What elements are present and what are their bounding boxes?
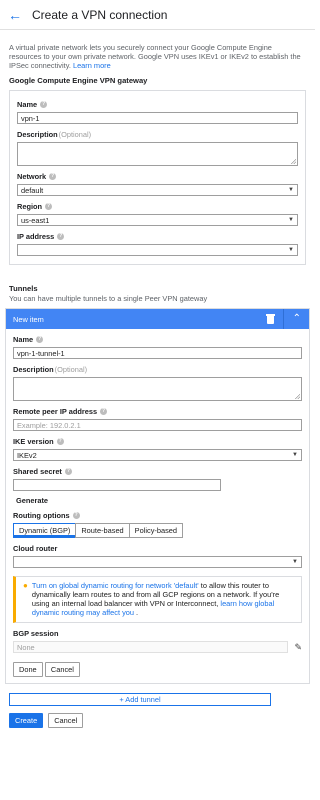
- header-divider: [282, 309, 284, 329]
- tunnels-title: Tunnels: [9, 284, 38, 293]
- tunnel-name-input[interactable]: vpn-1-tunnel-1: [13, 347, 302, 359]
- intro-text: A virtual private network lets you secur…: [0, 30, 315, 70]
- network-label: Network ?: [17, 172, 298, 181]
- shared-secret-label-text: Shared secret: [13, 467, 62, 476]
- help-icon[interactable]: ?: [100, 408, 108, 415]
- shared-secret-label: Shared secret ?: [13, 467, 302, 476]
- network-label-text: Network: [17, 172, 47, 181]
- tunnel-header-title: New item: [13, 314, 44, 324]
- help-icon[interactable]: ?: [64, 468, 72, 475]
- cloud-router-label: Cloud router: [13, 544, 302, 553]
- routing-dynamic-bgp-button[interactable]: Dynamic (BGP): [13, 523, 77, 538]
- routing-options-label-text: Routing options: [13, 511, 70, 520]
- help-icon[interactable]: ?: [40, 101, 48, 108]
- network-select[interactable]: default ▼: [17, 184, 298, 196]
- page-header: ← Create a VPN connection: [0, 0, 315, 30]
- tunnel-description-label: Description (Optional): [13, 365, 302, 374]
- help-icon[interactable]: ?: [72, 512, 80, 519]
- routing-options-group: Dynamic (BGP) Route-based Policy-based: [13, 523, 302, 538]
- dropdown-caret-icon: ▼: [288, 186, 294, 193]
- ike-version-value: IKEv2: [17, 450, 37, 460]
- gateway-name-input[interactable]: vpn-1: [17, 112, 298, 124]
- form-footer: Create Cancel: [9, 713, 315, 728]
- shared-secret-input[interactable]: [13, 479, 221, 491]
- region-value: us-east1: [21, 215, 50, 225]
- tunnel-panel: New item ⌃ Name ? vpn-1-tunnel-1 Descrip…: [5, 308, 310, 684]
- arrow-left-icon[interactable]: ←: [8, 8, 28, 22]
- network-value: default: [21, 185, 44, 195]
- tunnels-subtitle: You can have multiple tunnels to a singl…: [9, 294, 208, 303]
- chevron-up-icon[interactable]: ⌃: [293, 314, 301, 324]
- page-title: Create a VPN connection: [32, 7, 168, 22]
- bgp-session-label: BGP session: [13, 629, 302, 638]
- routing-policy-based-button[interactable]: Policy-based: [128, 523, 183, 538]
- lightbulb-icon: ●: [23, 581, 28, 590]
- help-icon[interactable]: ?: [36, 336, 44, 343]
- create-button[interactable]: Create: [9, 713, 44, 728]
- gateway-description-input[interactable]: [17, 142, 298, 166]
- routing-options-label: Routing options ?: [13, 511, 302, 520]
- tunnel-description-input[interactable]: [13, 377, 302, 401]
- gateway-box: Name ? vpn-1 Description (Optional) Netw…: [9, 90, 306, 265]
- ike-version-label: IKE version ?: [13, 437, 302, 446]
- tunnel-description-label-text: Description: [13, 365, 54, 374]
- ike-version-label-text: IKE version: [13, 437, 54, 446]
- dropdown-caret-icon: ▼: [292, 451, 298, 458]
- tunnel-name-label: Name ?: [13, 335, 302, 344]
- tunnel-cancel-button[interactable]: Cancel: [44, 662, 80, 677]
- region-label: Region ?: [17, 202, 298, 211]
- tunnel-actions: Done Cancel: [13, 662, 302, 677]
- pencil-icon[interactable]: ✎: [294, 642, 302, 652]
- bgp-session-row: None ✎: [13, 641, 302, 653]
- region-label-text: Region: [17, 202, 43, 211]
- enable-global-routing-link[interactable]: Turn on global dynamic routing for netwo…: [32, 581, 199, 590]
- notice-text: Turn on global dynamic routing for netwo…: [32, 581, 295, 617]
- ip-address-select[interactable]: ▼: [17, 244, 298, 256]
- gateway-description-label: Description (Optional): [17, 130, 298, 139]
- intro-description: A virtual private network lets you secur…: [9, 43, 301, 70]
- optional-tag: (Optional): [54, 365, 88, 374]
- optional-tag: (Optional): [58, 130, 92, 139]
- global-routing-notice: ● Turn on global dynamic routing for net…: [13, 576, 302, 623]
- bgp-session-label-text: BGP session: [13, 629, 59, 638]
- tunnel-header[interactable]: New item ⌃: [6, 309, 309, 329]
- notice-end: .: [134, 608, 139, 617]
- dropdown-caret-icon: ▼: [292, 558, 298, 565]
- gateway-name-label-text: Name: [17, 100, 38, 109]
- cloud-router-select[interactable]: ▼: [13, 556, 302, 568]
- generate-button[interactable]: Generate: [16, 496, 302, 505]
- remote-peer-ip-label-text: Remote peer IP address: [13, 407, 98, 416]
- region-select[interactable]: us-east1 ▼: [17, 214, 298, 226]
- routing-route-based-button[interactable]: Route-based: [75, 523, 130, 538]
- done-button[interactable]: Done: [13, 662, 43, 677]
- add-tunnel-button[interactable]: + Add tunnel: [9, 693, 271, 706]
- help-icon[interactable]: ?: [49, 173, 57, 180]
- dropdown-caret-icon: ▼: [288, 246, 294, 253]
- ike-version-select[interactable]: IKEv2 ▼: [13, 449, 302, 461]
- cancel-button[interactable]: Cancel: [48, 713, 84, 728]
- ip-address-label: IP address ?: [17, 232, 298, 241]
- help-icon[interactable]: ?: [56, 438, 64, 445]
- remote-peer-ip-input[interactable]: Example: 192.0.2.1: [13, 419, 302, 431]
- dropdown-caret-icon: ▼: [288, 216, 294, 223]
- gateway-description-label-text: Description: [17, 130, 58, 139]
- remote-peer-ip-label: Remote peer IP address ?: [13, 407, 302, 416]
- gateway-section-title: Google Compute Engine VPN gateway: [9, 76, 148, 85]
- tunnel-body: Name ? vpn-1-tunnel-1 Description (Optio…: [6, 329, 309, 683]
- ip-address-label-text: IP address: [17, 232, 55, 241]
- trash-icon[interactable]: [265, 314, 275, 324]
- help-icon[interactable]: ?: [57, 233, 65, 240]
- help-icon[interactable]: ?: [45, 203, 53, 210]
- tunnel-name-label-text: Name: [13, 335, 34, 344]
- gateway-name-label: Name ?: [17, 100, 298, 109]
- cloud-router-label-text: Cloud router: [13, 544, 58, 553]
- learn-more-link[interactable]: Learn more: [73, 61, 111, 70]
- bgp-session-field: None: [13, 641, 289, 653]
